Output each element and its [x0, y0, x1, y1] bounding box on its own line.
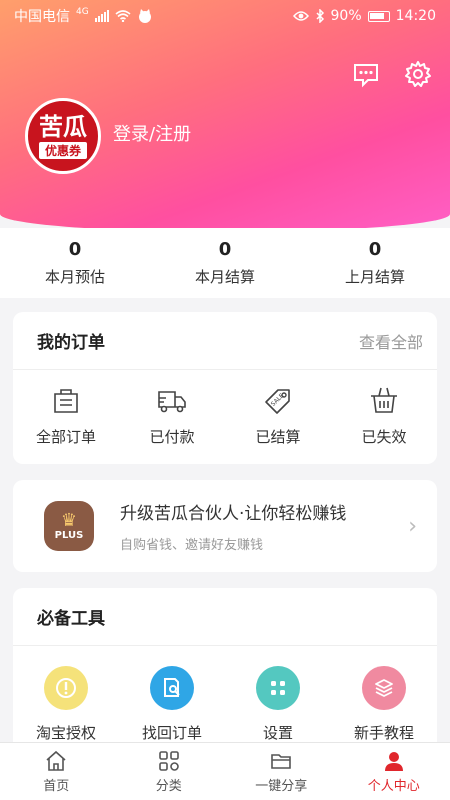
stat-label: 本月预估: [44, 268, 105, 286]
stat-label: 本月结算: [194, 268, 255, 286]
tab-label: 首页: [43, 779, 70, 794]
earnings-summary: 0 本月预估 0 本月结算 0 上月结算: [0, 228, 450, 298]
tab-category[interactable]: 分类: [113, 743, 226, 800]
message-icon[interactable]: [352, 60, 380, 88]
plus-badge: ♛ PLUS: [44, 501, 94, 551]
eye-icon: [292, 11, 309, 21]
truck-icon: [158, 391, 186, 413]
tool-taobao-auth[interactable]: 淘宝授权: [14, 666, 118, 743]
notification-cat-icon: [138, 9, 151, 23]
order-label: 已失效: [361, 428, 407, 446]
alert-icon: [44, 666, 88, 710]
tool-recover-order[interactable]: 找回订单: [120, 666, 224, 743]
plus-subtitle: 自购省钱、邀请好友赚钱: [120, 538, 264, 553]
stat-month-settled[interactable]: 0 本月结算: [165, 239, 285, 287]
crown-icon: ♛: [60, 509, 78, 531]
grid-icon: [256, 666, 300, 710]
status-bar: 中国电信 4G 90% 14:20: [0, 0, 450, 32]
carrier-label: 中国电信: [14, 9, 70, 25]
tag-icon: SALE: [265, 389, 290, 414]
folder-icon: [271, 754, 292, 769]
svg-text:SALE: SALE: [270, 392, 286, 408]
tool-label: 找回订单: [141, 724, 202, 742]
order-all-button[interactable]: 全部订单: [16, 384, 116, 447]
document-search-icon: [150, 666, 194, 710]
stat-label: 上月结算: [344, 268, 405, 286]
tab-profile[interactable]: 个人中心: [338, 743, 450, 800]
avatar[interactable]: 苦瓜 优惠券: [25, 98, 101, 174]
tool-label: 新手教程: [353, 724, 414, 742]
battery-percent: 90%: [330, 8, 362, 24]
tool-label: 淘宝授权: [35, 724, 96, 742]
signal-icon: [94, 10, 109, 22]
order-paid-button[interactable]: 已付款: [122, 384, 222, 447]
my-orders-card: 我的订单 查看全部 全部订单 已付款 SALE 已结算 已失效: [13, 312, 437, 464]
stat-month-estimate[interactable]: 0 本月预估: [15, 239, 135, 287]
tools-title: 必备工具: [37, 609, 105, 629]
tab-label: 分类: [155, 779, 182, 794]
bluetooth-icon: [315, 9, 324, 23]
settings-gear-icon[interactable]: [404, 60, 432, 88]
plus-upgrade-banner[interactable]: ♛ PLUS 升级苦瓜合伙人·让你轻松赚钱 自购省钱、邀请好友赚钱 ›: [13, 480, 437, 572]
order-settled-button[interactable]: SALE 已结算: [228, 384, 328, 447]
network-label: 4G: [76, 7, 89, 17]
logo-subtext: 优惠券: [38, 141, 87, 159]
logo-text: 苦瓜: [39, 112, 87, 141]
tab-home[interactable]: 首页: [0, 743, 113, 800]
tab-share[interactable]: 一键分享: [225, 743, 338, 800]
tab-label: 一键分享: [255, 779, 308, 794]
person-icon: [384, 752, 403, 771]
stat-value: 0: [368, 239, 382, 260]
order-label: 全部订单: [35, 428, 96, 446]
chevron-right-icon: ›: [408, 513, 417, 539]
stat-value: 0: [68, 239, 82, 260]
tool-label: 设置: [262, 724, 293, 742]
bottom-tab-bar: 首页 分类 一键分享 个人中心: [0, 742, 450, 800]
stack-icon: [362, 666, 406, 710]
order-expired-button[interactable]: 已失效: [334, 384, 434, 447]
essential-tools-card: 必备工具 淘宝授权 找回订单 设置 新手教程: [13, 588, 437, 753]
bag-icon: [54, 389, 78, 413]
plus-title: 升级苦瓜合伙人·让你轻松赚钱: [120, 504, 347, 524]
order-label: 已结算: [255, 428, 301, 446]
battery-icon: [367, 10, 390, 22]
wifi-icon: [115, 10, 131, 22]
clock: 14:20: [395, 8, 436, 24]
category-icon: [158, 751, 179, 771]
stat-last-month-settled[interactable]: 0 上月结算: [315, 239, 435, 287]
tab-label: 个人中心: [367, 779, 420, 794]
stat-value: 0: [218, 239, 232, 260]
orders-title: 我的订单: [37, 333, 105, 353]
basket-icon: [371, 387, 397, 413]
home-icon: [46, 750, 66, 771]
tool-tutorial[interactable]: 新手教程: [332, 666, 436, 743]
view-all-orders-link[interactable]: 查看全部: [359, 329, 423, 353]
tool-settings[interactable]: 设置: [226, 666, 330, 743]
order-label: 已付款: [149, 428, 195, 446]
login-register-link[interactable]: 登录/注册: [113, 120, 191, 146]
plus-badge-label: PLUS: [54, 529, 84, 541]
